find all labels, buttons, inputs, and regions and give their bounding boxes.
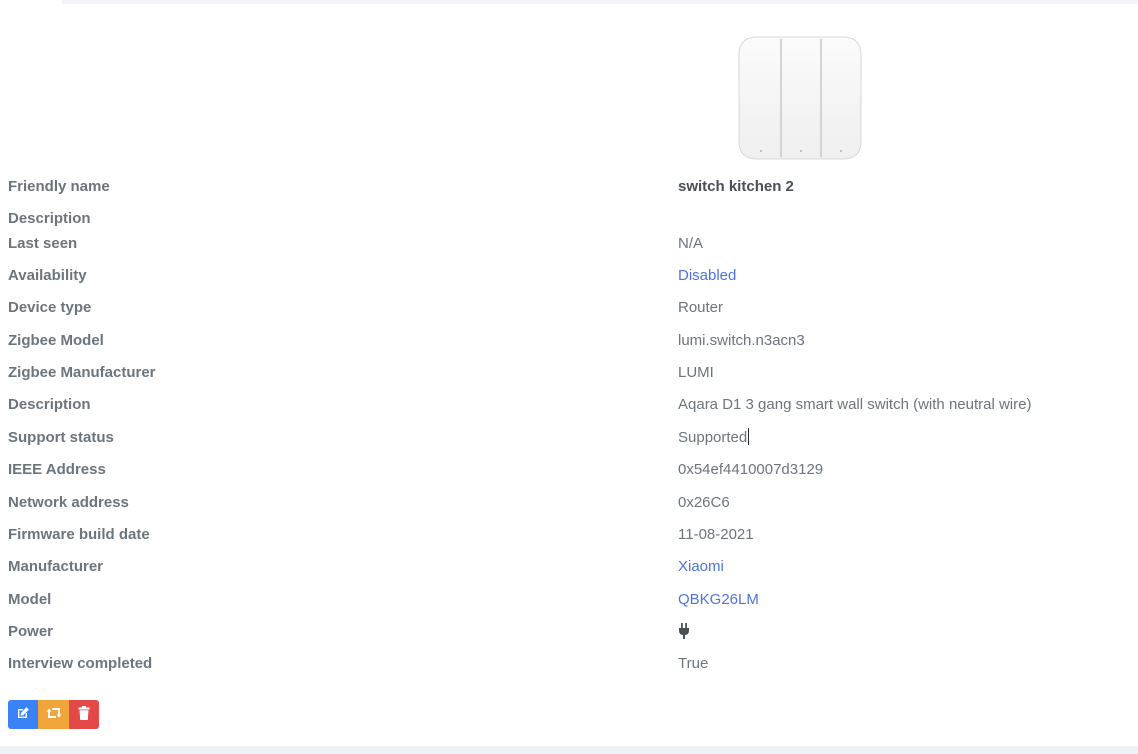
friendly-name-label: Friendly name xyxy=(8,178,110,195)
edit-button[interactable] xyxy=(8,700,38,729)
bottom-panel-edge xyxy=(0,746,1138,754)
row-model-description: Description Aqara D1 3 gang smart wall s… xyxy=(0,394,1138,416)
row-zigbee-model: Zigbee Model lumi.switch.n3acn3 xyxy=(0,330,1138,352)
availability-label: Availability xyxy=(8,267,87,284)
availability-link[interactable]: Disabled xyxy=(678,265,736,287)
row-ieee-address: IEEE Address 0x54ef4410007d3129 xyxy=(0,459,1138,481)
support-status-text: Supported xyxy=(678,429,748,446)
ieee-address-label: IEEE Address xyxy=(8,461,106,478)
network-address-label: Network address xyxy=(8,494,129,511)
device-type-value: Router xyxy=(678,299,724,316)
interview-completed-value: True xyxy=(678,655,709,672)
plug-icon xyxy=(678,623,690,646)
model-label: Model xyxy=(8,591,52,608)
device-type-label: Device type xyxy=(8,299,92,316)
power-label: Power xyxy=(8,623,54,640)
edit-icon xyxy=(16,706,30,724)
device-actions xyxy=(8,700,99,729)
text-cursor xyxy=(748,428,750,445)
row-model: Model QBKG26LM xyxy=(0,589,1138,611)
model-description-value: Aqara D1 3 gang smart wall switch (with … xyxy=(678,396,1032,413)
model-link[interactable]: QBKG26LM xyxy=(678,589,759,611)
firmware-build-date-value: 11-08-2021 xyxy=(678,526,754,543)
friendly-name-value: switch kitchen 2 xyxy=(678,178,794,195)
zigbee-manufacturer-value: LUMI xyxy=(678,364,714,381)
ieee-address-value: 0x54ef4410007d3129 xyxy=(678,461,824,478)
row-zigbee-manufacturer: Zigbee Manufacturer LUMI xyxy=(0,362,1138,384)
row-last-seen: Last seen N/A xyxy=(0,233,1138,255)
support-status-value: Supported xyxy=(678,427,750,449)
row-power: Power xyxy=(0,621,1138,643)
row-description: Description xyxy=(0,208,1138,230)
row-firmware-build-date: Firmware build date 11-08-2021 xyxy=(0,524,1138,546)
top-panel-edge xyxy=(62,0,1138,4)
zigbee-model-value: lumi.switch.n3acn3 xyxy=(678,332,805,349)
manufacturer-link[interactable]: Xiaomi xyxy=(678,556,724,578)
row-network-address: Network address 0x26C6 xyxy=(0,492,1138,514)
last-seen-label: Last seen xyxy=(8,235,78,252)
row-manufacturer: Manufacturer Xiaomi xyxy=(0,556,1138,578)
support-status-label: Support status xyxy=(8,429,114,446)
device-image xyxy=(737,35,863,161)
power-value xyxy=(678,621,690,646)
interview-completed-label: Interview completed xyxy=(8,655,153,672)
row-support-status: Support status Supported xyxy=(0,427,1138,449)
description-label: Description xyxy=(8,210,91,227)
model-description-label: Description xyxy=(8,396,91,413)
trash-icon xyxy=(78,705,90,724)
row-availability: Availability Disabled xyxy=(0,265,1138,287)
last-seen-value: N/A xyxy=(678,235,704,252)
row-friendly-name: Friendly name switch kitchen 2 xyxy=(0,176,1138,198)
network-address-value: 0x26C6 xyxy=(678,494,730,511)
zigbee-model-label: Zigbee Model xyxy=(8,332,104,349)
zigbee-manufacturer-label: Zigbee Manufacturer xyxy=(8,364,156,381)
reconfigure-button[interactable] xyxy=(38,700,69,729)
retweet-icon xyxy=(46,706,62,724)
firmware-build-date-label: Firmware build date xyxy=(8,526,150,543)
row-device-type: Device type Router xyxy=(0,297,1138,319)
manufacturer-label: Manufacturer xyxy=(8,558,104,575)
remove-button[interactable] xyxy=(69,700,99,729)
row-interview-completed: Interview completed True xyxy=(0,653,1138,675)
